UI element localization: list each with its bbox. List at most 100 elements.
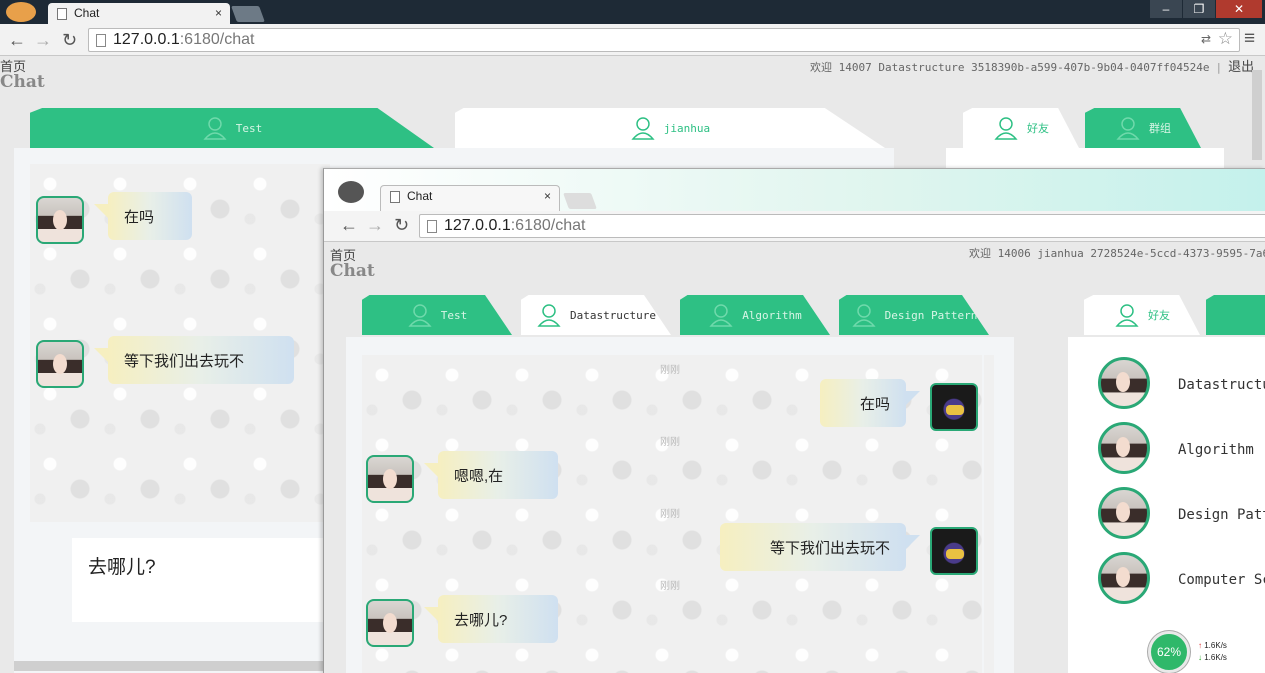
user-icon [630,115,656,141]
tab-friends[interactable]: 好友 [963,108,1079,148]
page-icon [96,34,106,47]
tab-friends[interactable]: 好友 [1084,295,1200,335]
divider: | [1215,61,1223,74]
message-input[interactable]: 去哪儿? [72,538,324,622]
avatar-face [946,549,964,559]
tab-label: Datastructure [569,308,657,322]
user-icon [407,302,433,328]
avatar [1098,422,1150,474]
avatar-face [1116,372,1130,392]
forward-icon[interactable]: → [34,30,52,51]
bookmark-star-icon[interactable]: ☆ [1218,29,1233,49]
maximize-button[interactable]: ❐ [1183,0,1215,18]
close-window-button[interactable]: ✕ [1216,0,1262,18]
tab-label: 好友 [1027,123,1049,135]
browser-profile-icon[interactable] [6,2,36,22]
address-bar-row: ← → ↻ 127.0.0.1:6180/chat [324,211,1265,242]
avatar-face [1116,567,1130,587]
contact-name: Datastructu [1178,377,1265,393]
back-icon[interactable]: ← [340,215,358,236]
avatar [366,599,414,647]
contact-item[interactable]: Datastructu [1098,357,1265,421]
message-bubble: 在吗 [820,379,920,427]
tab-label: Design Pattern [884,308,978,322]
speed-readout: ↑ 1.6K/s ↓ 1.6K/s [1194,639,1260,665]
tab-label: 群组 [1149,123,1171,135]
tab-groups[interactable] [1206,295,1265,335]
avatar-face [1116,502,1130,522]
url-host: 127.0.0.1 [444,217,511,234]
friends-panel [946,148,1224,170]
tab-test[interactable]: Test [30,108,434,148]
contact-item[interactable]: Design Patt [1098,487,1265,551]
message-bubble: 等下我们出去玩不 [94,336,294,384]
close-tab-icon[interactable]: × [544,189,551,203]
user-icon [202,115,228,141]
network-speed-widget[interactable]: 62% ↑ 1.6K/s ↓ 1.6K/s [1148,631,1264,673]
tab-groups[interactable]: 群组 [1085,108,1201,148]
browser-profile-icon[interactable] [338,181,364,203]
browser-tab-chat[interactable]: Chat × [380,185,560,211]
tab-label: Algorithm [742,308,802,322]
reload-icon[interactable]: ↻ [62,30,77,51]
second-browser-window: Chat × ← → ↻ 127.0.0.1:6180/chat 首页 Chat… [323,168,1265,673]
message-timestamp: 刚刚 [660,509,680,520]
browser-tab-title: Chat [74,6,100,20]
tab-algorithm[interactable]: Algorithm [680,295,830,335]
tab-test[interactable]: Test [362,295,512,335]
page-icon [57,8,67,20]
message-bubble: 嗯嗯,在 [424,451,558,499]
contact-item[interactable]: Computer Sc [1098,552,1265,616]
avatar [1098,487,1150,539]
avatar-face [53,210,67,230]
message-bubble: 去哪儿? [424,595,558,643]
download-speed: 1.6K/s [1204,653,1227,662]
message-timestamp: 刚刚 [660,365,680,376]
tab-label: jianhua [663,121,711,135]
chat-scrollbar[interactable] [984,355,994,673]
browser-tab-chat[interactable]: Chat × [48,3,230,24]
avatar-face [946,405,964,415]
logout-link[interactable]: 退出 [1228,59,1254,74]
tab-label: 好友 [1148,310,1170,322]
message-bubble: 在吗 [94,192,192,240]
contact-name: Design Patt [1178,507,1265,523]
tab-label: Test [440,308,468,322]
contact-item[interactable]: Algorithm [1098,422,1265,486]
new-tab-button[interactable] [563,193,597,209]
url-input[interactable]: 127.0.0.1:6180/chat ⇄ ☆ [88,28,1240,52]
welcome-user-info: 欢迎 14007 Datastructure 3518390b-a599-407… [810,61,1210,74]
avatar-face [383,613,397,633]
reload-icon[interactable]: ↻ [394,215,409,236]
user-icon [1114,302,1140,328]
url-input[interactable]: 127.0.0.1:6180/chat [419,214,1265,238]
tab-design-pattern[interactable]: Design Pattern [839,295,989,335]
back-icon[interactable]: ← [8,30,26,51]
menu-icon[interactable]: ≡ [1244,28,1255,50]
user-icon [708,302,734,328]
browser-titlebar: Chat × – ❐ ✕ [0,0,1265,24]
avatar [930,383,978,431]
page-title: Chat [330,261,375,281]
avatar-face [383,469,397,489]
download-arrow-icon: ↓ [1198,653,1202,662]
tab-datastructure[interactable]: Datastructure [521,295,671,335]
message-timestamp: 刚刚 [660,581,680,592]
page-scrollbar[interactable] [1252,70,1262,160]
cpu-gauge: 62% [1148,631,1190,673]
avatar-face [53,354,67,374]
user-icon [1115,115,1141,141]
message-timestamp: 刚刚 [660,437,680,448]
tab-jianhua[interactable]: jianhua [455,108,885,148]
horizontal-scrollbar[interactable] [14,661,324,671]
message-bubble: 等下我们出去玩不 [720,523,920,571]
new-tab-button[interactable] [231,6,265,22]
avatar [1098,552,1150,604]
avatar [1098,357,1150,409]
close-tab-icon[interactable]: × [215,6,222,20]
minimize-button[interactable]: – [1150,0,1182,18]
forward-icon[interactable]: → [366,215,384,236]
user-icon [536,302,562,328]
browser-titlebar: Chat × [324,169,1265,211]
translate-icon[interactable]: ⇄ [1201,32,1211,46]
